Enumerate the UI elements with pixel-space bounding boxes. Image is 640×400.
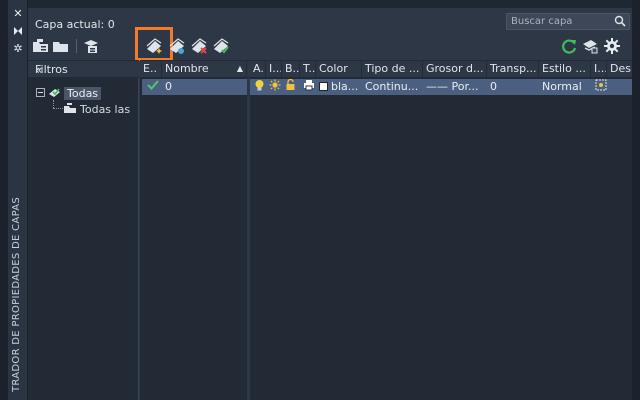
grid-splitter[interactable] (247, 78, 250, 400)
current-layer-check-icon (144, 79, 162, 95)
search-input[interactable] (511, 14, 611, 29)
column-activar[interactable]: A.. (250, 61, 266, 78)
column-color[interactable]: Color (316, 61, 362, 78)
left-edge (0, 0, 8, 400)
new-group-filter-icon[interactable] (52, 37, 70, 55)
new-vp-freeze-icon[interactable] (592, 79, 608, 95)
current-layer-label: Capa actual: 0 (35, 18, 115, 31)
column-nombre-label: Nombre (165, 62, 209, 75)
toolbar-separator (76, 39, 77, 53)
table-row[interactable]: 0 (142, 79, 247, 95)
column-transparencia[interactable]: Transp... (487, 61, 539, 78)
column-tipo-linea[interactable]: Tipo de ... (362, 61, 423, 78)
layer-lineweight[interactable]: —— Por... (423, 79, 487, 95)
used-layers-filter-icon (63, 102, 77, 117)
column-estilo-trazado[interactable]: Estilo ... (539, 61, 591, 78)
layer-linetype[interactable]: Continu... (362, 79, 423, 95)
layer-transparency[interactable]: 0 (487, 79, 539, 95)
layer-color-label: bla... (331, 80, 359, 93)
light-bulb-on-icon[interactable] (251, 79, 267, 95)
filter-tree-icon (48, 86, 62, 101)
search-layer-box[interactable] (506, 13, 630, 30)
column-grosor[interactable]: Grosor d... (423, 61, 487, 78)
gear-icon[interactable] (603, 37, 621, 55)
gear-icon[interactable]: ✲ (12, 43, 24, 55)
layer-states-manager-icon[interactable] (82, 37, 100, 55)
printer-icon[interactable] (300, 79, 316, 95)
new-layer-icon[interactable] (145, 37, 163, 55)
column-descripcion[interactable]: Des (607, 61, 632, 78)
filters-header: Filtros « (28, 60, 139, 78)
tree-label-todas-las: Todas las (80, 102, 131, 116)
column-estado[interactable]: E.. (140, 61, 162, 78)
column-inutilizar[interactable]: I... (266, 61, 282, 78)
new-layer-vp-frozen-icon[interactable] (168, 37, 186, 55)
column-bloquear[interactable]: B... (282, 61, 300, 78)
lineweight-sample: —— (426, 80, 448, 93)
refresh-icon[interactable] (560, 37, 578, 55)
layer-name[interactable]: 0 (162, 79, 242, 95)
new-property-filter-icon[interactable] (32, 37, 50, 55)
filters-tree: Todas Todas las (28, 78, 139, 400)
autohide-icon[interactable] (12, 26, 24, 38)
column-inutilizar-vp[interactable]: I... (591, 61, 607, 78)
tree-connector (53, 100, 54, 108)
settings-icon[interactable] (581, 37, 599, 55)
tree-node-todas[interactable]: Todas (36, 86, 102, 101)
tree-label-todas: Todas (64, 86, 102, 100)
palette-vertical-title: TRADOR DE PROPIEDADES DE CAPAS (11, 196, 22, 392)
layer-color[interactable]: bla... (316, 79, 362, 95)
set-current-icon[interactable] (212, 37, 230, 55)
tree-collapse-icon[interactable] (36, 87, 45, 100)
column-nombre[interactable]: Nombre ▲ (162, 61, 247, 78)
tree-node-todas-las[interactable]: Todas las (63, 102, 130, 116)
sort-asc-icon: ▲ (236, 64, 243, 73)
palette-title-bar[interactable]: ✕ ✲ TRADOR DE PROPIEDADES DE CAPAS (8, 0, 28, 400)
tree-connector (53, 108, 63, 109)
close-icon[interactable]: ✕ (12, 8, 24, 20)
lineweight-label: Por... (451, 80, 479, 93)
delete-layer-icon[interactable] (190, 37, 208, 55)
color-swatch (319, 82, 328, 91)
table-row[interactable]: bla... Continu... —— Por... 0 Normal (250, 79, 632, 95)
column-trazar[interactable]: T... (300, 61, 316, 78)
search-icon (614, 15, 626, 30)
unlocked-icon[interactable] (282, 79, 300, 95)
collapse-filters-icon[interactable]: « (35, 63, 136, 77)
layer-grid-header: E.. Nombre ▲ A.. I... B... T... Color Ti… (140, 60, 632, 78)
layer-properties-palette: Capa actual: 0 Filtros « (28, 8, 632, 400)
layer-grid: 0 bla... Continu... —— Por... 0 Normal (140, 78, 632, 400)
right-edge (632, 0, 640, 400)
layer-plot-style[interactable]: Normal (539, 79, 591, 95)
sun-thawed-icon[interactable] (266, 79, 282, 95)
